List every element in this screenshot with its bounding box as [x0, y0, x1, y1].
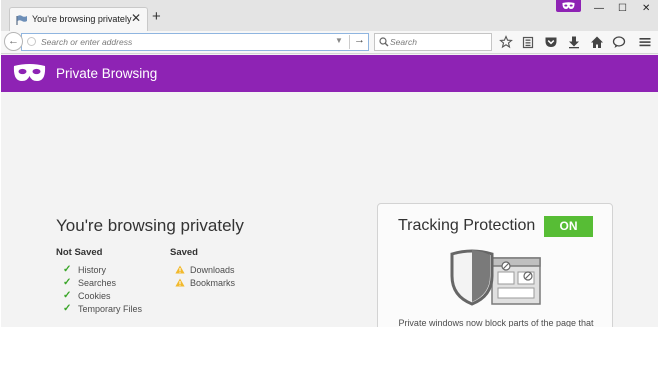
browser-window: You're browsing privately ✕ + — ☐ ✕ ▼ → …	[1, 0, 658, 327]
tab-private[interactable]: You're browsing privately ✕	[9, 7, 148, 32]
checkmark-icon: ✓	[63, 264, 72, 275]
page-title: You're browsing privately	[56, 216, 244, 235]
minimize-button[interactable]: —	[594, 2, 604, 16]
tab-title: You're browsing privately	[32, 14, 132, 24]
mask-icon	[13, 64, 46, 81]
mask-icon	[562, 2, 575, 9]
divider	[349, 35, 350, 49]
not-saved-title: Not Saved	[56, 247, 103, 258]
identity-icon[interactable]	[27, 37, 36, 46]
private-browsing-indicator	[556, 0, 581, 12]
shield-icon	[450, 249, 541, 306]
new-tab-button[interactable]: +	[152, 9, 161, 24]
tracking-protection-title: Tracking Protection	[398, 217, 536, 234]
chat-bubble-icon[interactable]	[612, 35, 626, 49]
tab-strip: You're browsing privately ✕ + — ☐ ✕	[1, 0, 658, 32]
checkmark-icon: ✓	[63, 303, 72, 314]
tracking-description: Private windows now block parts of the p…	[398, 318, 594, 327]
downloads-icon[interactable]	[567, 35, 581, 49]
search-icon	[379, 37, 389, 47]
tracking-protection-panel: Tracking Protection ON Private windows n…	[377, 203, 613, 327]
checkmark-icon: ✓	[63, 277, 72, 288]
menu-icon[interactable]	[638, 35, 652, 49]
bookmark-star-icon[interactable]	[499, 35, 513, 49]
tracking-status-badge[interactable]: ON	[544, 216, 593, 237]
content-area: You're browsing privately Not Saved ✓ Hi…	[1, 92, 658, 327]
bookmarks-menu-icon[interactable]	[521, 35, 535, 49]
warning-icon	[175, 265, 185, 274]
dropdown-arrow-icon[interactable]: ▼	[335, 36, 343, 45]
close-window-button[interactable]: ✕	[642, 2, 650, 16]
nav-bar: ▼ → ←	[1, 31, 658, 54]
search-input[interactable]	[390, 35, 488, 49]
checkmark-icon: ✓	[63, 290, 72, 301]
search-bar[interactable]	[374, 33, 492, 51]
home-icon[interactable]	[590, 35, 604, 49]
back-button[interactable]: ←	[4, 32, 23, 51]
close-tab-icon[interactable]: ✕	[131, 11, 141, 25]
saved-title: Saved	[170, 247, 198, 258]
pocket-icon[interactable]	[544, 35, 558, 49]
go-arrow-icon[interactable]: →	[354, 34, 365, 46]
header-title: Private Browsing	[56, 66, 158, 81]
url-input[interactable]	[41, 35, 331, 49]
maximize-button[interactable]: ☐	[618, 2, 627, 16]
url-bar[interactable]: ▼ →	[21, 33, 369, 51]
private-tab-icon	[16, 15, 27, 25]
private-browsing-header: Private Browsing	[1, 55, 658, 92]
warning-icon	[175, 278, 185, 287]
